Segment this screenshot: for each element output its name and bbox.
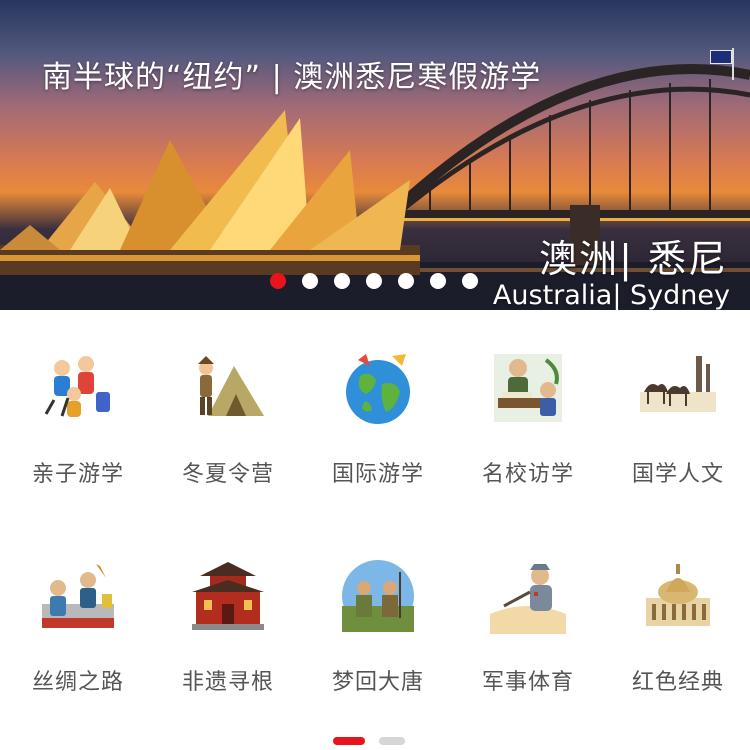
banner-location-en: Australia| Sydney — [492, 280, 730, 311]
category-label: 国际游学 — [331, 462, 424, 487]
classic-building-icon — [646, 564, 710, 626]
family-travel-icon — [44, 356, 110, 417]
carousel-indicators — [270, 273, 478, 289]
grid-pagination — [333, 737, 405, 745]
scholar-study-icon — [494, 354, 562, 422]
military-officer-icon — [490, 564, 566, 634]
australia-flag-icon — [710, 50, 732, 64]
category-school-visit[interactable]: 名校访学 — [453, 310, 603, 510]
camel-caravan-icon — [640, 356, 716, 412]
page-indicator[interactable] — [379, 737, 405, 745]
category-label: 红色经典 — [631, 670, 724, 695]
carousel-dot[interactable] — [462, 273, 478, 289]
camp-tent-icon — [198, 356, 264, 416]
category-tang-dynasty[interactable]: 梦回大唐 — [303, 518, 453, 718]
silk-road-icon — [42, 564, 114, 628]
category-family-travel[interactable]: 亲子游学 — [3, 310, 153, 510]
category-grid: 亲子游学 冬夏令营 国际游学 名校访学 国学人文 丝绸之路 非遗寻根 梦回大唐 … — [0, 310, 750, 730]
category-international[interactable]: 国际游学 — [303, 310, 453, 510]
carousel-dot[interactable] — [398, 273, 414, 289]
category-label: 冬夏令营 — [181, 462, 274, 487]
banner-location-cn: 澳洲| 悉尼 — [539, 237, 728, 281]
category-heritage[interactable]: 非遗寻根 — [153, 518, 303, 718]
category-label: 亲子游学 — [31, 462, 124, 487]
page-indicator[interactable] — [333, 737, 365, 745]
globe-icon — [346, 354, 410, 424]
category-label: 国学人文 — [631, 462, 724, 487]
hero-banner[interactable]: 南半球的“纽约” | 澳洲悉尼寒假游学 澳洲| 悉尼 Australia| Sy… — [0, 0, 750, 310]
category-red-classics[interactable]: 红色经典 — [603, 518, 750, 718]
category-chinese-culture[interactable]: 国学人文 — [603, 310, 750, 510]
carousel-dot[interactable] — [334, 273, 350, 289]
category-label: 丝绸之路 — [31, 670, 124, 695]
tang-soldiers-icon — [342, 560, 414, 632]
category-label: 非遗寻根 — [181, 670, 274, 695]
flagpole — [732, 48, 734, 80]
category-military-sports[interactable]: 军事体育 — [453, 518, 603, 718]
carousel-dot[interactable] — [430, 273, 446, 289]
category-camp[interactable]: 冬夏令营 — [153, 310, 303, 510]
banner-title: 南半球的“纽约” | 澳洲悉尼寒假游学 — [42, 60, 542, 95]
category-label: 军事体育 — [481, 670, 574, 695]
category-silk-road[interactable]: 丝绸之路 — [3, 518, 153, 718]
carousel-dot[interactable] — [270, 273, 286, 289]
chinese-temple-icon — [192, 562, 264, 630]
category-label: 名校访学 — [481, 462, 574, 487]
category-label: 梦回大唐 — [331, 670, 424, 695]
carousel-dot[interactable] — [366, 273, 382, 289]
carousel-dot[interactable] — [302, 273, 318, 289]
